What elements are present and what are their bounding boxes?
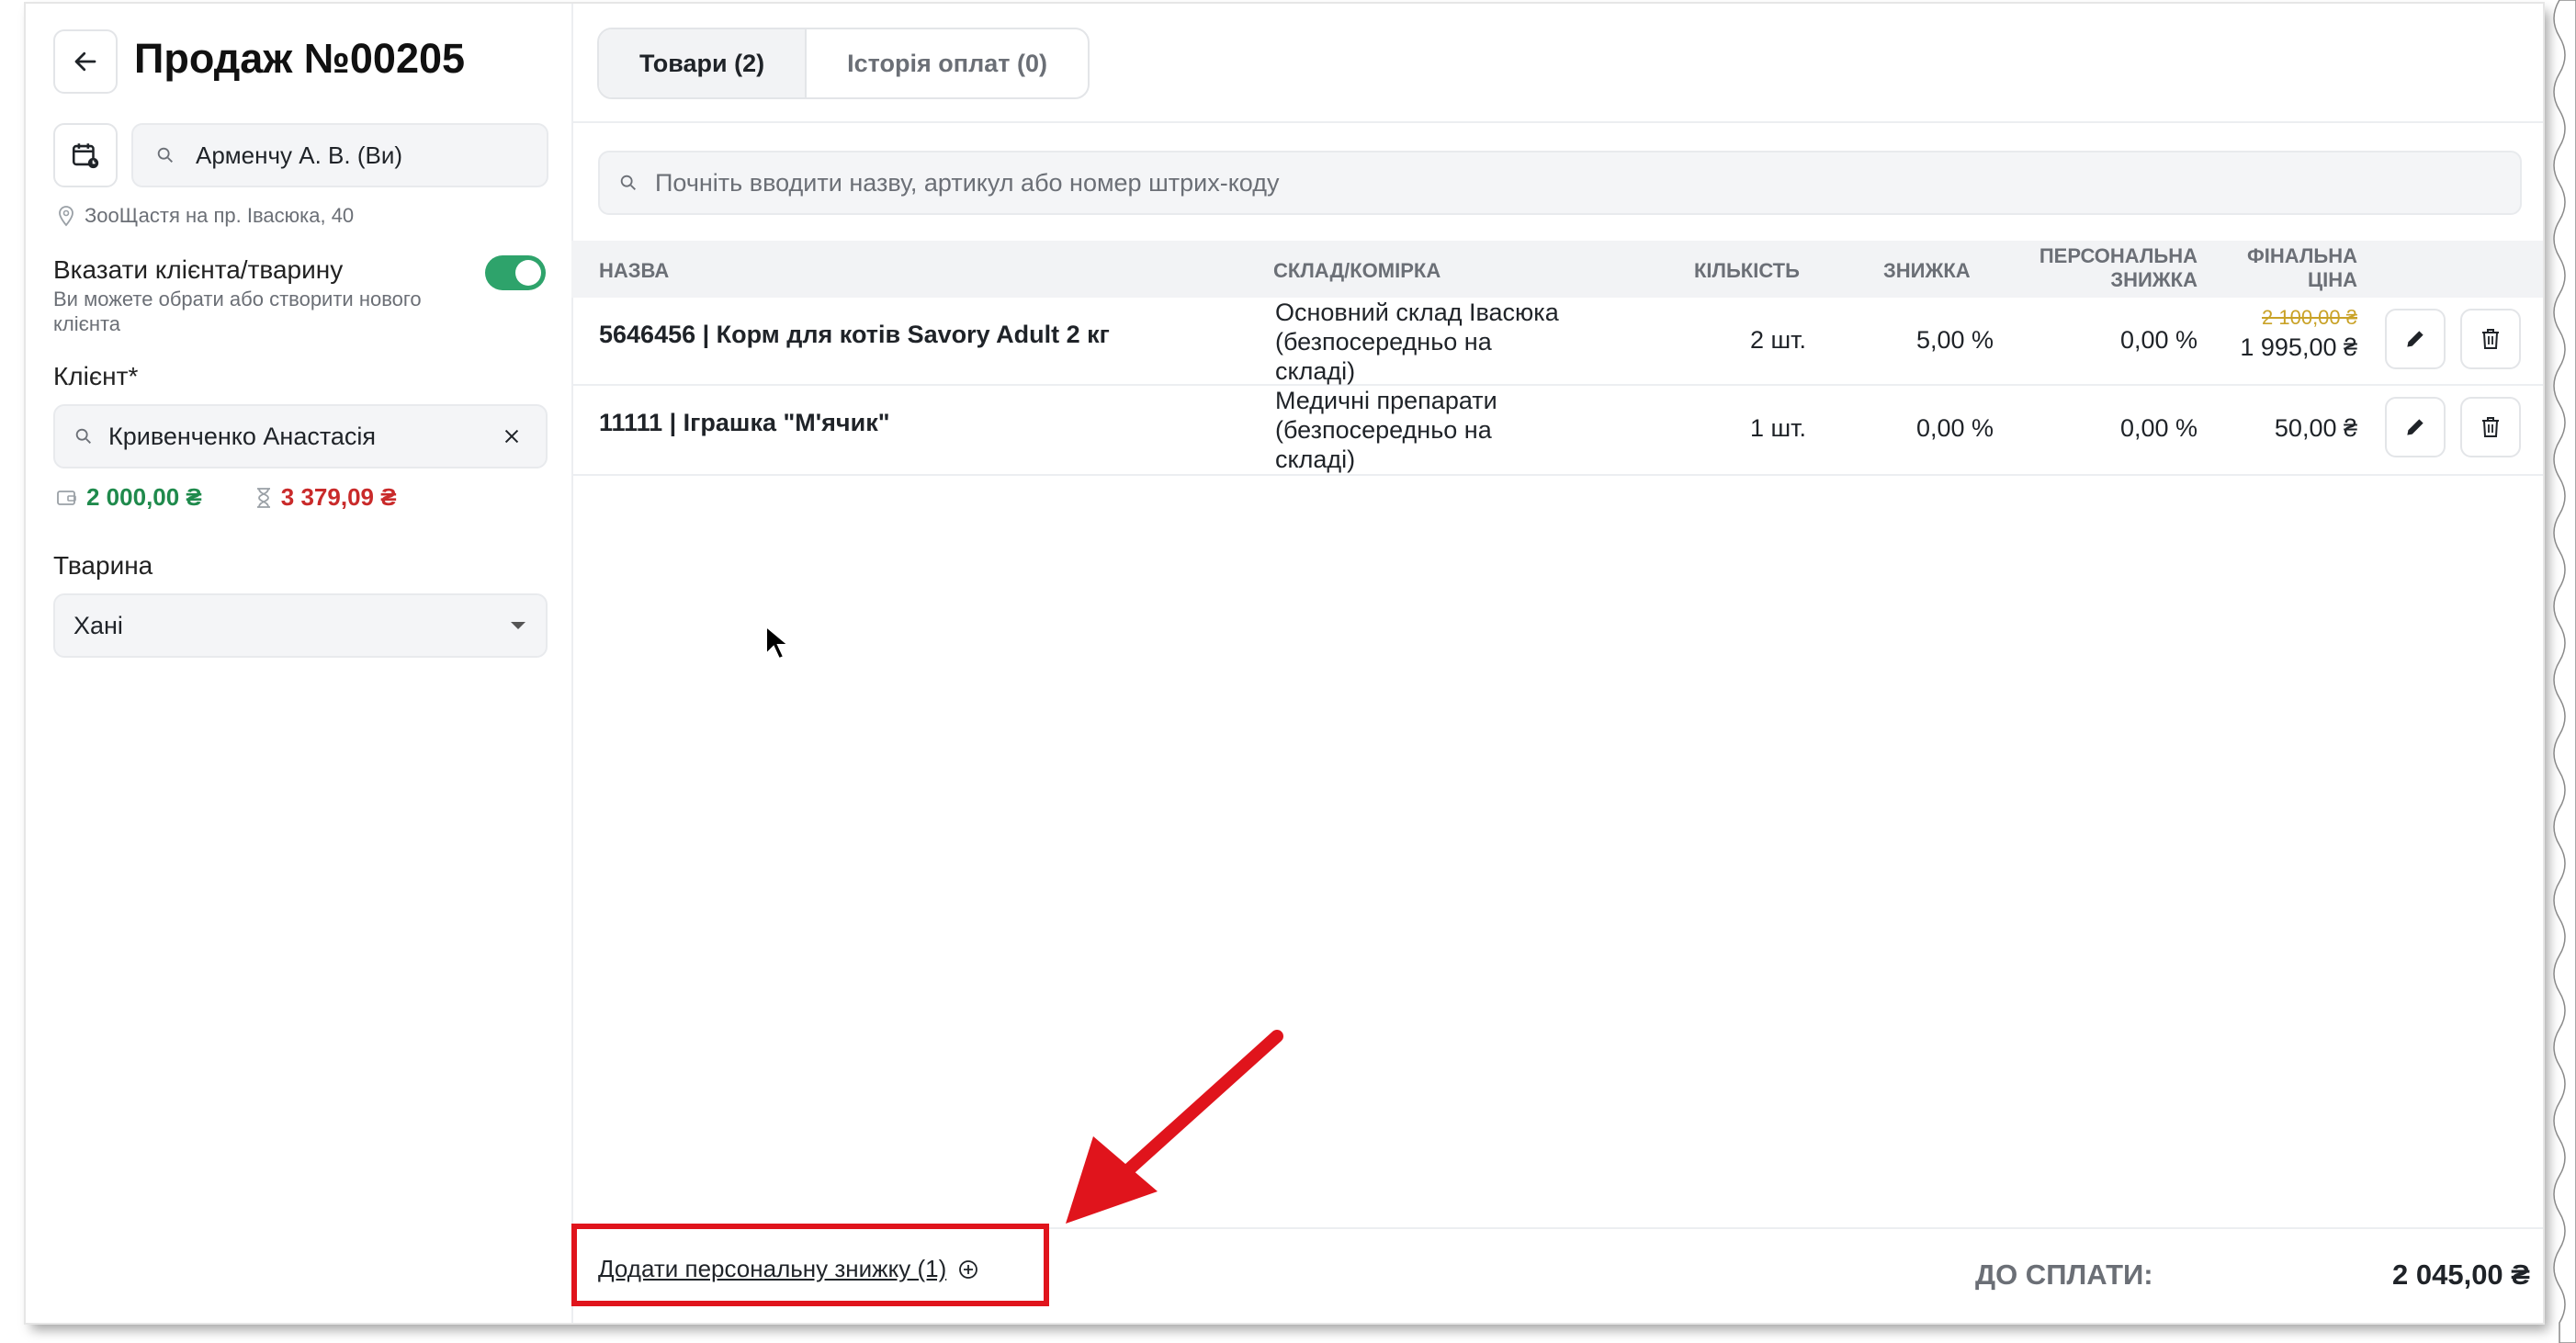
annotation-arrow (1066, 1030, 1283, 1224)
client-field[interactable]: Кривенченко Анастасія (53, 404, 548, 468)
torn-edge (2553, 0, 2576, 1343)
pet-name: Хані (73, 611, 123, 639)
warehouse-line: складі) (1275, 446, 1356, 473)
wallet-icon (57, 490, 76, 505)
col-final-line1: ФІНАЛЬНА (2247, 244, 2357, 267)
product-search[interactable]: Почніть вводити назву, артикул або номер… (598, 151, 2522, 215)
debt-amount: 3 379,09 ₴ (280, 483, 397, 511)
search-icon (75, 428, 91, 444)
warehouse-line: (безпосередньо на (1275, 328, 1492, 356)
arrow-left-icon (74, 51, 96, 72)
warehouse-line: (безпосередньо на (1275, 416, 1492, 444)
col-personal-line1: ПЕРСОНАЛЬНА (2039, 244, 2198, 267)
warehouse-line: Медичні препарати (1275, 387, 1497, 414)
search-icon (620, 175, 636, 190)
personal-discount: 0,00 % (2119, 414, 2198, 442)
sale-sidebar: Продаж №00205 Арменчу А. В. (Ви) ЗооЩаст… (26, 4, 573, 1323)
col-personal-line2: ЗНИЖКА (2110, 268, 2198, 291)
col-final-line2: ЦІНА (2308, 268, 2357, 291)
client-name: Кривенченко Анастасія (108, 422, 377, 450)
search-icon (157, 147, 173, 163)
tab-payment-history[interactable]: Історія оплат (0) (807, 29, 1088, 97)
employee-field[interactable]: Арменчу А. В. (Ви) (131, 123, 548, 187)
warehouse-line: Основний склад Івасюка (1275, 299, 1559, 326)
search-placeholder: Почніть вводити назву, артикул або номер… (655, 168, 1280, 197)
hourglass-icon (256, 487, 270, 508)
col-name: НАЗВА (599, 259, 670, 282)
discount: 5,00 % (1915, 326, 1994, 354)
client-balances: 2 000,00 ₴ 3 379,09 ₴ (57, 483, 397, 512)
pencil-icon (2407, 419, 2423, 435)
clear-icon[interactable] (502, 426, 522, 446)
old-price: 2 100,00 ₴ (2262, 306, 2357, 329)
client-toggle-label: Вказати клієнта/тварину (53, 255, 344, 284)
trash-icon (2482, 417, 2499, 437)
warehouse-line: складі) (1275, 357, 1356, 385)
store-location-text: ЗооЩастя на пр. Івасюка, 40 (85, 204, 355, 227)
col-warehouse: СКЛАД/КОМІРКА (1273, 259, 1441, 282)
location-pin-icon (59, 206, 73, 227)
product-name: 5646456 | Корм для котів Savory Adult 2 … (599, 321, 1110, 348)
discount: 0,00 % (1915, 414, 1994, 442)
page-title: Продаж №00205 (134, 35, 466, 82)
new-price: 1 995,00 ₴ (2240, 333, 2357, 361)
sale-tabs: Товари (2) Історія оплат (0) (597, 28, 1090, 99)
client-toggle-hint: Ви можете обрати або створити нового клі… (53, 288, 422, 335)
trash-icon (2482, 329, 2499, 349)
product-name: 11111 | Іграшка "М'ячик" (599, 409, 890, 436)
mouse-cursor-icon (765, 625, 788, 660)
balance-debt: 3 379,09 ₴ (255, 483, 397, 512)
back-button[interactable] (53, 29, 118, 94)
edit-button[interactable] (2385, 397, 2446, 457)
date-button[interactable] (53, 123, 118, 187)
col-personal-discount: ПЕРСОНАЛЬНА ЗНИЖКА (2023, 244, 2198, 292)
employee-name: Арменчу А. В. (Ви) (196, 141, 403, 169)
col-discount: ЗНИЖКА (1883, 259, 1971, 282)
divider (571, 121, 2543, 123)
deposit-amount: 2 000,00 ₴ (86, 483, 202, 511)
caret-down-icon (511, 622, 525, 629)
col-final-price: ФІНАЛЬНА ЦІНА (2210, 244, 2357, 292)
total-amount: 2 045,00 ₴ (2392, 1258, 2530, 1291)
personal-discount: 0,00 % (2119, 326, 2198, 354)
pencil-icon (2407, 331, 2423, 347)
balance-deposit: 2 000,00 ₴ (57, 483, 202, 512)
warehouse: Медичні препарати (безпосередньо на скла… (1275, 386, 1497, 474)
warehouse: Основний склад Івасюка (безпосередньо на… (1275, 298, 1559, 386)
calendar-clock-icon (72, 143, 99, 169)
quantity: 1 шт. (1749, 414, 1806, 442)
delete-button[interactable] (2460, 309, 2521, 369)
annotation-highlight-box (571, 1224, 1049, 1306)
total-label: ДО СПЛАТИ: (1975, 1258, 2153, 1291)
pet-select[interactable]: Хані (53, 593, 548, 658)
edit-button[interactable] (2385, 309, 2446, 369)
switch-knob (515, 260, 541, 286)
final-price: 2 100,00 ₴ 1 995,00 ₴ (2210, 303, 2357, 362)
final-price: 50,00 ₴ (2274, 414, 2357, 442)
table-row: 11111 | Іграшка "М'ячик" Медичні препара… (571, 386, 2543, 476)
delete-button[interactable] (2460, 397, 2521, 457)
tab-products[interactable]: Товари (2) (599, 29, 808, 97)
store-location: ЗооЩастя на пр. Івасюка, 40 (57, 204, 354, 228)
quantity: 2 шт. (1749, 326, 1806, 354)
col-qty: КІЛЬКІСТЬ (1694, 259, 1800, 282)
pet-label: Тварина (53, 551, 153, 580)
table-row: 5646456 | Корм для котів Savory Adult 2 … (571, 298, 2543, 386)
table-header: НАЗВА СКЛАД/КОМІРКА КІЛЬКІСТЬ ЗНИЖКА ПЕР… (571, 241, 2543, 298)
client-toggle-switch[interactable] (485, 255, 546, 290)
client-label: Клієнт* (53, 362, 139, 390)
